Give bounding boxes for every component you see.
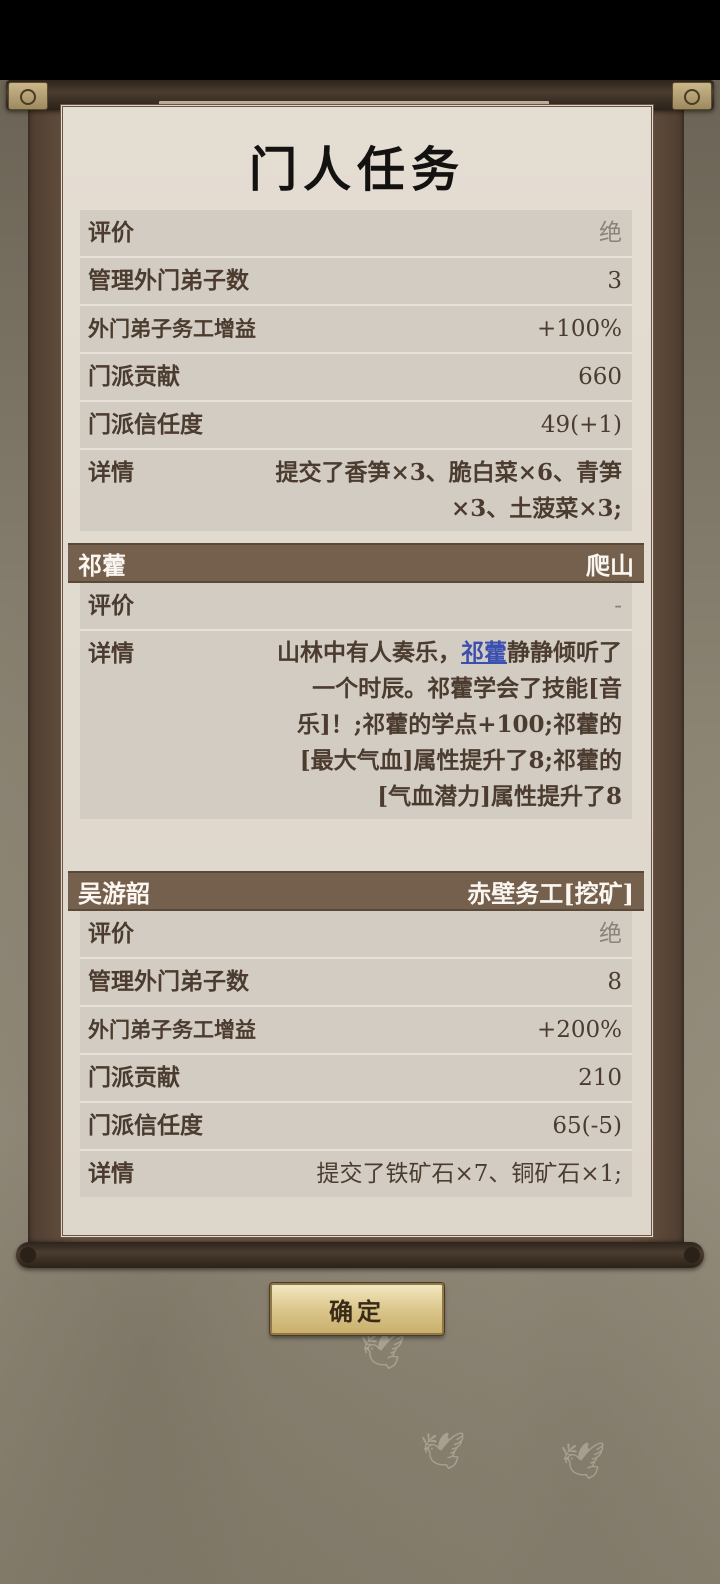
row-value: 提交了香笋×3、脆白菜×6、青笋×3、土菠菜×3; — [275, 459, 622, 522]
row-label: 管理外门弟子数 — [88, 968, 249, 995]
row-label: 门派贡献 — [88, 1064, 180, 1091]
task-section-disciple: 祁藿 爬山 评价 - 详情 山林中有人奏乐，祁藿静静倾听了一个时辰。祁藿学会了技… — [68, 543, 644, 819]
table-row: 管理外门弟子数 3 — [80, 258, 632, 306]
scroll-rod-cap-icon — [672, 82, 712, 110]
scroll-bottom-rod — [16, 1242, 704, 1268]
row-value: 绝 — [599, 220, 622, 246]
row-label: 门派信任度 — [88, 411, 203, 438]
task-section-disciple: 吴游韶 赤壁务工[挖矿] 评价 绝 管理外门弟子数 8 外门弟子务工增益 +20… — [68, 871, 644, 1197]
row-value: 绝 — [599, 921, 622, 947]
scroll-rod-cap-icon — [8, 82, 48, 110]
task-name: 爬山 — [586, 550, 634, 580]
row-label: 评价 — [88, 219, 134, 246]
row-value: 山林中有人奏乐，祁藿静静倾听了一个时辰。祁藿学会了技能[音乐]！;祁藿的学点+1… — [270, 631, 622, 819]
section-header: 吴游韶 赤壁务工[挖矿] — [68, 871, 644, 911]
scroll-rod-cap-icon — [684, 1247, 700, 1263]
task-name: 赤壁务工[挖矿] — [467, 878, 634, 908]
row-label: 详情 — [88, 640, 134, 667]
row-value: 3 — [607, 268, 622, 294]
table-row: 管理外门弟子数 8 — [80, 959, 632, 1007]
row-label: 管理外门弟子数 — [88, 267, 249, 294]
table-row: 评价 - — [80, 583, 632, 631]
table-row: 详情 提交了铁矿石×7、铜矿石×1; — [80, 1151, 632, 1197]
table-row: 门派信任度 65(-5) — [80, 1103, 632, 1151]
disciple-name: 吴游韶 — [78, 878, 150, 908]
row-value: - — [614, 593, 622, 619]
disciple-name-link[interactable]: 祁藿 — [461, 639, 507, 666]
row-label: 评价 — [88, 920, 134, 947]
status-bar-area — [0, 0, 720, 80]
row-value: 8 — [607, 969, 622, 995]
page-title: 门人任务 — [248, 142, 465, 198]
section-header: 祁藿 爬山 — [68, 543, 644, 583]
table-row: 门派贡献 210 — [80, 1055, 632, 1103]
row-value: +100% — [536, 316, 622, 342]
table-row: 门派信任度 49(+1) — [80, 402, 632, 450]
table-row: 评价 绝 — [80, 911, 632, 959]
table-row: 外门弟子务工增益 +200% — [80, 1007, 632, 1055]
row-label: 外门弟子务工增益 — [88, 1017, 256, 1042]
row-value: 210 — [578, 1065, 622, 1091]
table-row: 外门弟子务工增益 +100% — [80, 306, 632, 354]
row-label: 评价 — [88, 592, 134, 619]
row-label: 外门弟子务工增益 — [88, 316, 256, 341]
scroll-rod-cap-icon — [20, 1247, 36, 1263]
row-label: 详情 — [88, 459, 134, 486]
crane-decoration-icon: 🕊 — [360, 1331, 406, 1372]
table-row: 详情 山林中有人奏乐，祁藿静静倾听了一个时辰。祁藿学会了技能[音乐]！;祁藿的学… — [80, 631, 632, 819]
table-row: 详情 提交了香笋×3、脆白菜×6、青笋×3、土菠菜×3; — [80, 450, 632, 531]
detail-text-prefix: 山林中有人奏乐， — [277, 639, 461, 666]
crane-decoration-icon: 🕊 — [560, 1441, 606, 1482]
disciple-name: 祁藿 — [78, 550, 126, 580]
row-value: +200% — [536, 1017, 622, 1043]
table-row: 门派贡献 660 — [80, 354, 632, 402]
row-value: 49(+1) — [540, 412, 622, 438]
row-label: 详情 — [88, 1160, 134, 1187]
crane-decoration-icon: 🕊 — [420, 1431, 466, 1472]
row-value: 提交了铁矿石×7、铜矿石×1; — [316, 1161, 622, 1187]
row-label: 门派信任度 — [88, 1112, 203, 1139]
confirm-button[interactable]: 确定 — [270, 1283, 444, 1335]
row-value: 660 — [578, 364, 622, 390]
task-section-summary: 评价 绝 管理外门弟子数 3 外门弟子务工增益 +100% 门派贡献 660 门… — [68, 210, 644, 531]
row-value: 65(-5) — [552, 1113, 622, 1139]
row-label: 门派贡献 — [88, 363, 180, 390]
table-row: 评价 绝 — [80, 210, 632, 258]
